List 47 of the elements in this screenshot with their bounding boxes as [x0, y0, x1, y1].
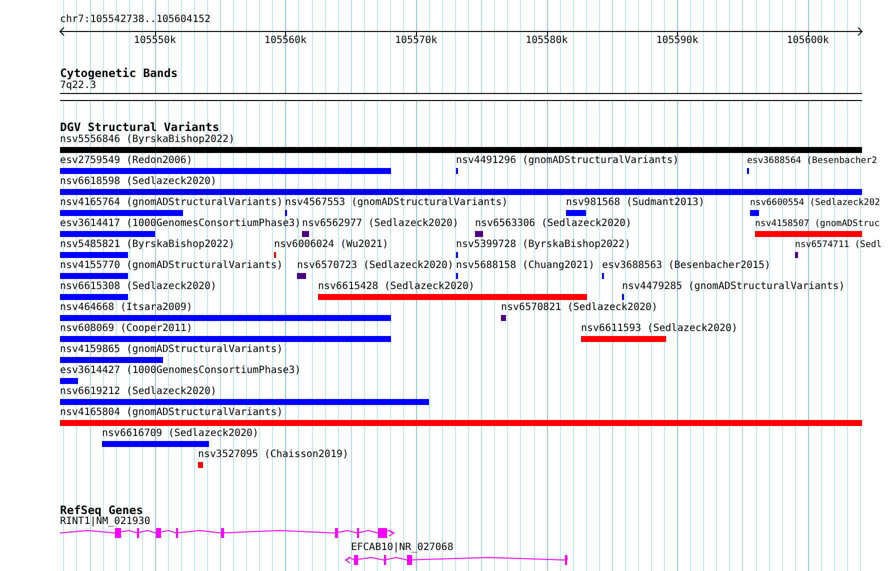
- variant-label: nsv6616709 (Sedlazeck2020): [102, 428, 259, 440]
- variant-label: nsv4159865 (gnomADStructuralVariants): [60, 344, 283, 356]
- tick-label: 105580k: [526, 35, 568, 47]
- variant-label: nsv6600554 (Sedlazeck202: [750, 197, 880, 209]
- variant-label: nsv5688158 (Chuang2021): [456, 260, 594, 272]
- variant-label: nsv4165764 (gnomADStructuralVariants): [60, 197, 283, 209]
- tick-label: 105570k: [395, 35, 438, 47]
- variant-label: nsv464668 (Itsara2009): [60, 302, 192, 314]
- variant-label: nsv4158507 (gnomADStruc: [755, 218, 880, 230]
- variant-label: nsv5485821 (ByrskaBishop2022): [60, 239, 235, 251]
- tick-label: 105550k: [134, 35, 176, 47]
- variant-label: nsv981568 (Sudmant2013): [566, 197, 704, 209]
- gene-label: EFCAB10|NR_027068: [351, 542, 454, 554]
- variant-label: nsv4491296 (gnomADStructuralVariants): [456, 155, 679, 167]
- tick-label: 105560k: [264, 35, 307, 47]
- variant-label: nsv4479285 (gnomADStructuralVariants): [622, 281, 845, 293]
- variant-label: nsv6619212 (Sedlazeck2020): [60, 386, 217, 398]
- variant-label: esv3688564 (Besenbacher2: [747, 155, 878, 167]
- variant-label: esv2759549 (Redon2006): [60, 155, 192, 167]
- variant-label: nsv4567553 (gnomADStructuralVariants): [285, 197, 508, 209]
- variant-label: nsv3527095 (Chaisson2019): [198, 449, 349, 461]
- tick-label: 105590k: [656, 35, 698, 47]
- variant-label: nsv5399728 (ByrskaBishop2022): [456, 239, 631, 251]
- variant-label: nsv6570821 (Sedlazeck2020): [501, 302, 658, 314]
- variant-label: nsv4155770 (gnomADStructuralVariants): [60, 260, 283, 272]
- location-label: chr7:105542738..105604152: [60, 14, 211, 26]
- tick-label: 105600k: [786, 35, 829, 47]
- variant-label: nsv6006024 (Wu2021): [274, 239, 388, 251]
- track-title: RefSeq Genes: [60, 504, 144, 516]
- variant-label: nsv6615428 (Sedlazeck2020): [318, 281, 475, 293]
- variant-label: nsv6570723 (Sedlazeck2020): [297, 260, 454, 272]
- variant-label: nsv4165804 (gnomADStructuralVariants): [60, 407, 283, 419]
- track-title: DGV Structural Variants: [60, 121, 220, 133]
- variant-label: nsv6574711 (Sedl: [795, 239, 882, 251]
- variant-label: esv3688563 (Besenbacher2015): [602, 260, 771, 272]
- band-label: 7q22.3: [60, 80, 96, 92]
- variant-label: esv3614417 (1000GenomesConsortiumPhase3): [60, 218, 301, 230]
- variant-label: nsv6562977 (Sedlazeck2020): [302, 218, 459, 230]
- variant-label: nsv6618598 (Sedlazeck2020): [60, 176, 217, 188]
- gene-label: RINT1|NM_021930: [60, 516, 150, 528]
- track-title: Cytogenetic Bands: [60, 67, 178, 79]
- variant-label: nsv5556846 (ByrskaBishop2022): [60, 134, 235, 146]
- variant-label: nsv6563306 (Sedlazeck2020): [475, 218, 632, 230]
- variant-label: nsv6611593 (Sedlazeck2020): [581, 323, 738, 335]
- variant-label: esv3614427 (1000GenomesConsortiumPhase3): [60, 365, 301, 377]
- variant-label: nsv608069 (Cooper2011): [60, 323, 192, 335]
- variant-label: nsv6615308 (Sedlazeck2020): [60, 281, 217, 293]
